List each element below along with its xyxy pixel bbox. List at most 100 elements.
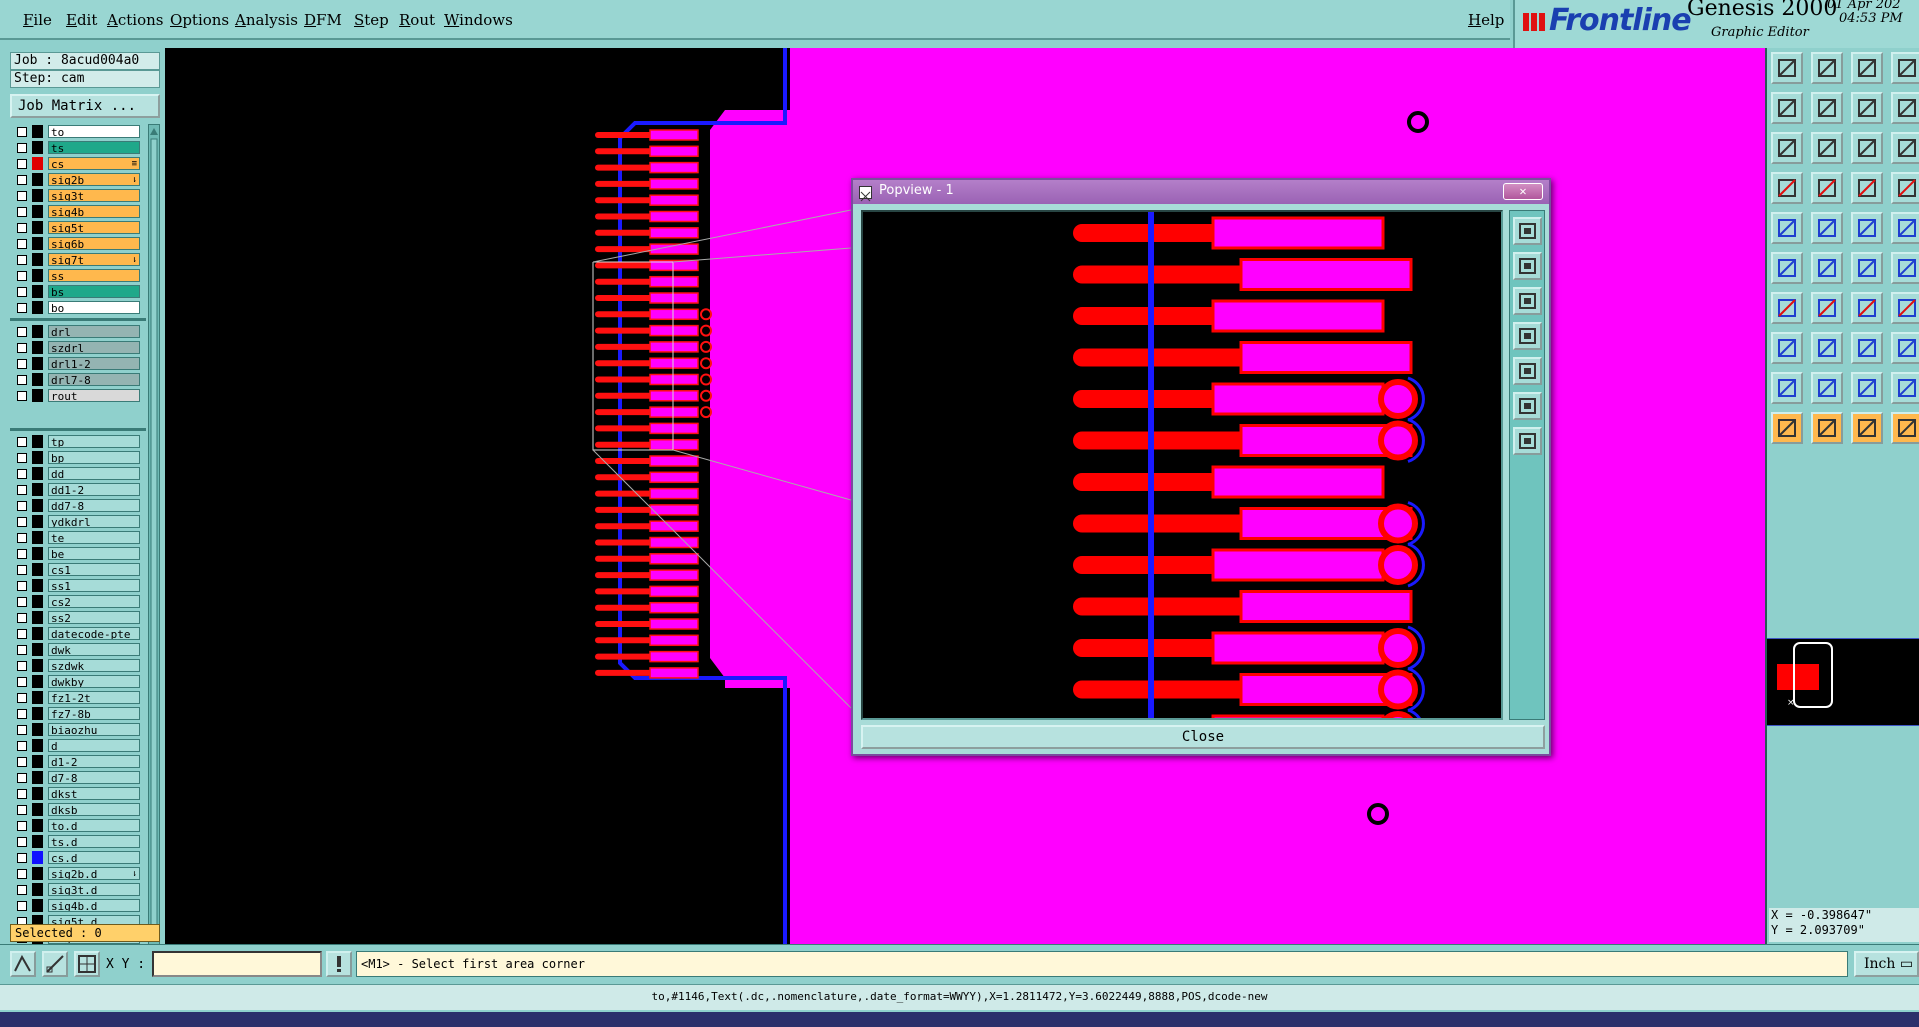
- layer-row[interactable]: dwkby: [10, 674, 146, 689]
- layer-row[interactable]: cs2: [10, 594, 146, 609]
- arc-icon[interactable]: [1851, 292, 1883, 324]
- layer-checkbox[interactable]: [17, 159, 27, 169]
- menu-edit[interactable]: Edit: [66, 11, 97, 29]
- layer-name[interactable]: sig6b: [48, 237, 140, 250]
- bracket-icon[interactable]: [1851, 332, 1883, 364]
- layer-row[interactable]: fz7-8b: [10, 706, 146, 721]
- home-icon[interactable]: [1851, 52, 1883, 84]
- layer-checkbox[interactable]: [17, 191, 27, 201]
- layer-color-swatch[interactable]: [32, 659, 43, 672]
- layer-row[interactable]: d1-2: [10, 754, 146, 769]
- layer-name[interactable]: d1-2: [48, 755, 140, 768]
- help-icon[interactable]: [1891, 132, 1919, 164]
- layer-row[interactable]: dd: [10, 466, 146, 481]
- layer-color-swatch[interactable]: [32, 467, 43, 480]
- layer-row[interactable]: sig2b.d ⇂: [10, 866, 146, 881]
- popview-close-button[interactable]: Close: [861, 725, 1545, 749]
- layer-row[interactable]: drl: [10, 324, 146, 339]
- layer-row[interactable]: dd1-2: [10, 482, 146, 497]
- copy-icon[interactable]: [1891, 332, 1919, 364]
- layer-name[interactable]: dd: [48, 467, 140, 480]
- layer-color-swatch[interactable]: [32, 563, 43, 576]
- select-sub-icon[interactable]: [1851, 412, 1883, 444]
- layer-color-swatch[interactable]: [32, 579, 43, 592]
- layer-name[interactable]: drl: [48, 325, 140, 338]
- layer-checkbox[interactable]: [17, 661, 27, 671]
- layer-checkbox[interactable]: [17, 549, 27, 559]
- layer-checkbox[interactable]: [17, 517, 27, 527]
- xy-input[interactable]: [152, 951, 322, 977]
- layer-checkbox[interactable]: [17, 175, 27, 185]
- layer-color-swatch[interactable]: [32, 253, 43, 266]
- layer-name[interactable]: ts.d: [48, 835, 140, 848]
- layer-name[interactable]: biaozhu: [48, 723, 140, 736]
- layer-checkbox[interactable]: [17, 207, 27, 217]
- layer-icon[interactable]: [1891, 52, 1919, 84]
- layer-row[interactable]: sig4b.d: [10, 898, 146, 913]
- select-net-icon[interactable]: [1891, 412, 1919, 444]
- layer-color-swatch[interactable]: [32, 515, 43, 528]
- layer-row[interactable]: ss: [10, 268, 146, 283]
- s-icon[interactable]: [1891, 92, 1919, 124]
- layer-checkbox[interactable]: [17, 613, 27, 623]
- layer-name[interactable]: sig4b: [48, 205, 140, 218]
- polygon-icon[interactable]: [1771, 372, 1803, 404]
- layer-checkbox[interactable]: [17, 709, 27, 719]
- layer-row[interactable]: sig2b ⇂: [10, 172, 146, 187]
- layer-row[interactable]: ts: [10, 140, 146, 155]
- menu-options[interactable]: Options: [170, 11, 229, 29]
- layer-checkbox[interactable]: [17, 359, 27, 369]
- zoom-prev-icon[interactable]: [1771, 92, 1803, 124]
- select-area-icon[interactable]: [1771, 332, 1803, 364]
- zoom-fit-icon[interactable]: [1771, 132, 1803, 164]
- zoom-home-icon[interactable]: [1513, 427, 1542, 455]
- close-icon[interactable]: ✕: [1503, 183, 1543, 200]
- layer-name[interactable]: tp: [48, 435, 140, 448]
- layer-color-swatch[interactable]: [32, 611, 43, 624]
- layer-row[interactable]: drl7-8: [10, 372, 146, 387]
- layer-name[interactable]: te: [48, 531, 140, 544]
- step-down-icon[interactable]: [1811, 52, 1843, 84]
- layer-checkbox[interactable]: [17, 821, 27, 831]
- layer-color-swatch[interactable]: [32, 643, 43, 656]
- layer-checkbox[interactable]: [17, 597, 27, 607]
- layer-name[interactable]: bs: [48, 285, 140, 298]
- layer-name[interactable]: ts: [48, 141, 140, 154]
- layer-color-swatch[interactable]: [32, 883, 43, 896]
- layer-checkbox[interactable]: [17, 453, 27, 463]
- layer-row[interactable]: cs.d: [10, 850, 146, 865]
- layer-name[interactable]: drl1-2: [48, 357, 140, 370]
- layer-name[interactable]: sig3t: [48, 189, 140, 202]
- layer-name[interactable]: be: [48, 547, 140, 560]
- layer-color-swatch[interactable]: [32, 771, 43, 784]
- layer-row[interactable]: bp: [10, 450, 146, 465]
- layer-checkbox[interactable]: [17, 469, 27, 479]
- layer-row[interactable]: be: [10, 546, 146, 561]
- layer-checkbox[interactable]: [17, 327, 27, 337]
- layer-checkbox[interactable]: [17, 255, 27, 265]
- node-icon[interactable]: [1771, 252, 1803, 284]
- layer-color-swatch[interactable]: [32, 141, 43, 154]
- layer-color-swatch[interactable]: [32, 723, 43, 736]
- arch-icon[interactable]: [1851, 372, 1883, 404]
- layer-row[interactable]: biaozhu: [10, 722, 146, 737]
- snap-icon[interactable]: [1771, 172, 1803, 204]
- feature-icon[interactable]: [1891, 292, 1919, 324]
- layer-row[interactable]: ss2: [10, 610, 146, 625]
- layer-name[interactable]: dkst: [48, 787, 140, 800]
- layer-checkbox[interactable]: [17, 901, 27, 911]
- layer-name[interactable]: sig5t: [48, 221, 140, 234]
- layer-checkbox[interactable]: [17, 485, 27, 495]
- layer-checkbox[interactable]: [17, 343, 27, 353]
- minus-icon[interactable]: [1811, 332, 1843, 364]
- zoom-next-icon[interactable]: [1811, 92, 1843, 124]
- layer-checkbox[interactable]: [17, 375, 27, 385]
- layer-row[interactable]: bo: [10, 300, 146, 315]
- pad-icon[interactable]: [1771, 212, 1803, 244]
- layer-row[interactable]: te: [10, 530, 146, 545]
- angle-icon[interactable]: [1771, 292, 1803, 324]
- layer-color-swatch[interactable]: [32, 739, 43, 752]
- layer-checkbox[interactable]: [17, 581, 27, 591]
- layer-row[interactable]: datecode-pte: [10, 626, 146, 641]
- layer-color-swatch[interactable]: [32, 173, 43, 186]
